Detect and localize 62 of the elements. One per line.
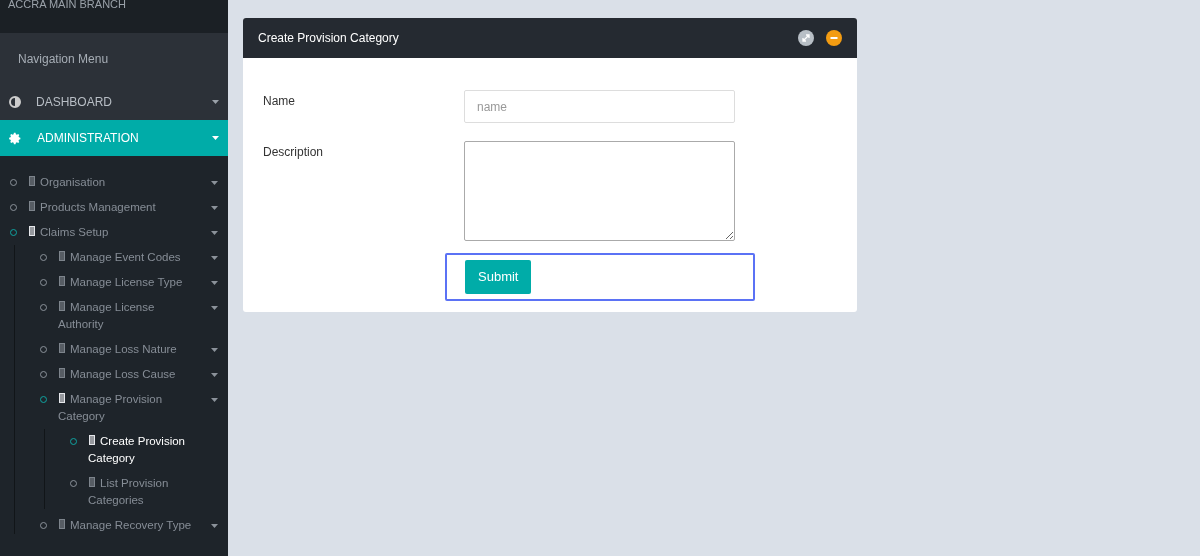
document-icon (58, 300, 67, 312)
caret-icon (211, 373, 218, 377)
menu-item[interactable]: Manage Provision Category (0, 387, 228, 429)
menu-item-label: Manage License Type (58, 274, 183, 291)
submit-button[interactable]: Submit (465, 260, 532, 294)
menu-item[interactable]: List Provision Categories (0, 471, 228, 513)
field-label: Description (262, 144, 325, 161)
menu-item-label: Organisation (28, 174, 106, 191)
caret-icon (211, 306, 218, 310)
caret-icon (212, 100, 219, 104)
document-icon (58, 250, 67, 262)
nav-heading: Navigation Menu (18, 50, 109, 68)
contrast-icon (9, 96, 21, 108)
nav-section[interactable]: ADMINISTRATION (0, 120, 228, 156)
menu-item[interactable]: Products Management (0, 195, 228, 220)
document-icon (28, 225, 37, 237)
menu-item[interactable]: Manage License Type (0, 270, 228, 295)
expand-icon[interactable] (798, 30, 814, 46)
document-icon (88, 434, 97, 446)
menu-item-label: Manage Recovery Type (58, 517, 192, 534)
field-label: Name (262, 93, 296, 110)
document-icon (58, 392, 67, 404)
caret-icon (211, 206, 218, 210)
menu-item-label: Create Provision Category (88, 433, 186, 466)
caret-icon (211, 348, 218, 352)
menu-item[interactable]: Manage Loss Cause (0, 362, 228, 387)
nav-section[interactable]: DASHBOARD (0, 84, 228, 120)
menu-item-label: Claims Setup (28, 224, 109, 241)
menu-item[interactable]: Manage License Authority (0, 295, 228, 337)
caret-icon (212, 136, 219, 140)
document-icon (28, 200, 37, 212)
menu-item-label: List Provision Categories (88, 475, 170, 508)
menu-item-label: Manage Provision Category (58, 391, 164, 424)
menu-item[interactable]: Organisation (0, 170, 228, 195)
minimize-icon[interactable] (826, 30, 842, 46)
document-icon (58, 342, 67, 354)
name-field[interactable]: name (464, 90, 735, 123)
menu-item-label: Manage Loss Cause (58, 366, 176, 383)
document-icon (88, 476, 97, 488)
settings-icon (9, 131, 22, 145)
document-icon (58, 518, 67, 530)
document-icon (58, 275, 67, 287)
card-title: Create Provision Category (258, 30, 400, 47)
caret-icon (211, 398, 218, 402)
document-icon (58, 367, 67, 379)
caret-icon (211, 281, 218, 285)
menu-item[interactable]: Manage Event Codes (0, 245, 228, 270)
menu-item-label: Manage Event Codes (58, 249, 181, 266)
caret-icon (211, 524, 218, 528)
branch-name: ACCRA MAIN BRANCH (8, 0, 126, 12)
description-field[interactable] (464, 141, 735, 241)
menu-item-label: Manage License Authority (58, 299, 156, 332)
menu-item[interactable]: Create Provision Category (0, 429, 228, 471)
caret-icon (211, 181, 218, 185)
menu-item-label: Manage Loss Nature (58, 341, 177, 358)
menu-item[interactable]: Claims Setup (0, 220, 228, 245)
caret-icon (211, 231, 218, 235)
caret-icon (211, 256, 218, 260)
menu-item[interactable]: Manage Recovery Type (0, 513, 228, 538)
menu-item-label: Products Management (28, 199, 156, 216)
menu-item[interactable]: Manage Loss Nature (0, 337, 228, 362)
document-icon (28, 175, 37, 187)
